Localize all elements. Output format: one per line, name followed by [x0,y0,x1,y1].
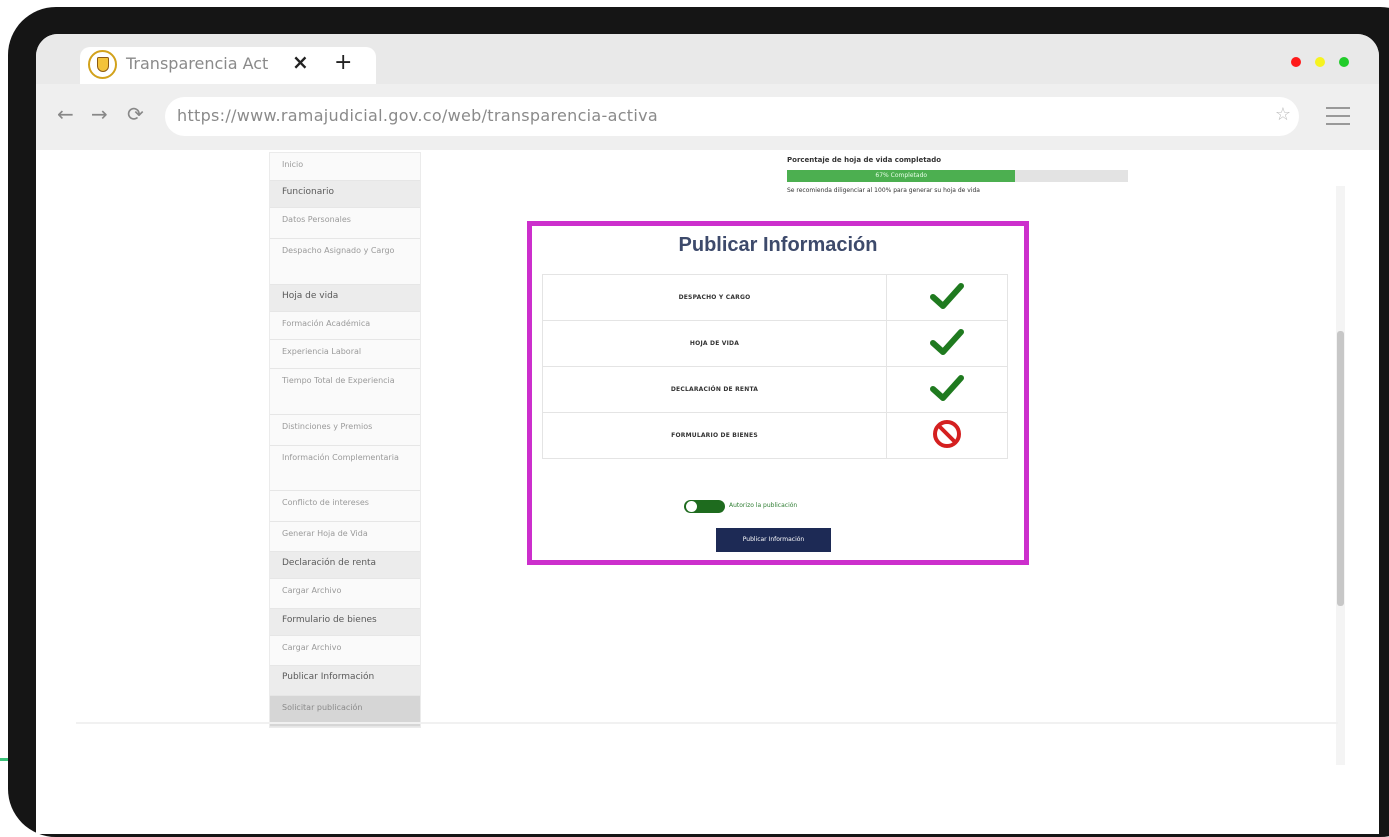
address-bar-row: ← → ⟳ https://www.ramajudicial.gov.co/we… [36,84,1379,150]
window-close-dot[interactable] [1291,57,1301,67]
url-input[interactable]: https://www.ramajudicial.gov.co/web/tran… [165,97,1299,136]
progress-note: Se recomienda diligenciar al 100% para g… [787,187,980,194]
sidebar-item-distinciones[interactable]: Distinciones y Premios [270,415,420,446]
window-minimize-dot[interactable] [1315,57,1325,67]
url-text: https://www.ramajudicial.gov.co/web/tran… [177,106,658,125]
requirement-label: FORMULARIO DE BIENES [542,412,887,459]
reload-icon[interactable]: ⟳ [127,102,144,126]
sidebar-heading-formulario[interactable]: Formulario de bienes [270,609,420,636]
check-icon [930,282,964,309]
window-maximize-dot[interactable] [1339,57,1349,67]
table-row: HOJA DE VIDA [542,320,1008,367]
toggle-knob [686,501,697,512]
authorize-toggle-label: Autorizo la publicación [729,502,798,509]
publish-panel-highlight: Publicar Información DESPACHO Y CARGO HO… [527,221,1029,565]
sidebar-heading-declaracion[interactable]: Declaración de renta [270,552,420,579]
scrollbar-thumb[interactable] [1337,331,1344,606]
browser-window: Transparencia Act × + ← → ⟳ https://www.… [36,34,1379,834]
scrollbar[interactable] [1336,186,1345,765]
decorative-accent [0,758,8,761]
page-bottom-divider [76,722,1338,724]
sidebar-item-conflicto[interactable]: Conflicto de intereses [270,491,420,522]
check-icon [930,374,964,401]
progress-bar: 67% Completado [787,170,1128,182]
check-icon [930,328,964,355]
table-row: FORMULARIO DE BIENES [542,412,1008,459]
sidebar-item-inicio[interactable]: Inicio [270,153,420,181]
sidebar-item-formacion[interactable]: Formación Académica [270,312,420,340]
page-content: Inicio Funcionario Datos Personales Desp… [36,150,1379,834]
sidebar-heading-funcionario[interactable]: Funcionario [270,181,420,208]
forward-arrow-icon[interactable]: → [91,102,108,126]
sidebar-item-despacho[interactable]: Despacho Asignado y Cargo [270,239,420,285]
sidebar-item-cargar-archivo-bienes[interactable]: Cargar Archivo [270,636,420,666]
tab-strip: Transparencia Act × + [36,34,1379,84]
progress-label: Porcentaje de hoja de vida completado [787,156,942,164]
new-tab-button[interactable]: + [334,50,352,75]
sidebar-item-generar-hoja[interactable]: Generar Hoja de Vida [270,522,420,552]
requirement-label: DECLARACIÓN DE RENTA [542,366,887,413]
sidebar-item-experiencia[interactable]: Experiencia Laboral [270,340,420,369]
tab-title: Transparencia Act [126,54,269,73]
sidebar-item-datos-personales[interactable]: Datos Personales [270,208,420,239]
close-tab-icon[interactable]: × [292,50,309,74]
publish-button[interactable]: Publicar Información [716,528,831,552]
table-row: DESPACHO Y CARGO [542,274,1008,321]
browser-tab[interactable]: Transparencia Act × [80,47,376,84]
sidebar-heading-hoja-de-vida[interactable]: Hoja de vida [270,285,420,312]
publish-title: Publicar Información [678,234,878,256]
sidebar-heading-publicar[interactable]: Publicar Información [270,666,420,696]
bookmark-star-icon[interactable]: ☆ [1275,104,1291,125]
hamburger-menu-icon[interactable] [1326,107,1350,131]
ban-icon [933,419,961,448]
sidebar-nav: Inicio Funcionario Datos Personales Desp… [269,152,421,728]
requirements-table: DESPACHO Y CARGO HOJA DE VIDA DECLARACIÓ… [542,274,1008,459]
requirement-label: DESPACHO Y CARGO [542,274,887,321]
requirement-label: HOJA DE VIDA [542,320,887,367]
back-arrow-icon[interactable]: ← [57,102,74,126]
sidebar-item-cargar-archivo-renta[interactable]: Cargar Archivo [270,579,420,609]
rama-judicial-logo-icon [88,50,117,79]
table-row: DECLARACIÓN DE RENTA [542,366,1008,413]
progress-fill-text: 67% Completado [875,172,928,179]
authorize-toggle[interactable] [684,500,725,513]
sidebar-item-tiempo-total[interactable]: Tiempo Total de Experiencia [270,369,420,415]
sidebar-item-info-complementaria[interactable]: Información Complementaria [270,446,420,491]
